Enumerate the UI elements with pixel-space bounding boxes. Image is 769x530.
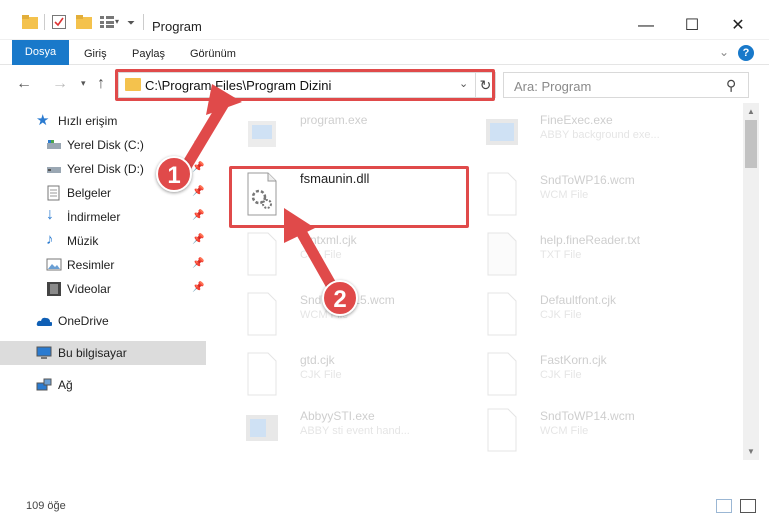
large-icons-view-icon[interactable] [740, 499, 756, 513]
status-bar: 109 öğe [0, 495, 769, 519]
callout-badge-2: 2 [322, 280, 358, 316]
annotation-arrows [178, 84, 340, 296]
arrow-to-address-bar [178, 94, 232, 176]
arrow-to-file [294, 224, 340, 296]
item-count: 109 öğe [26, 500, 66, 512]
callout-badge-1: 1 [156, 156, 192, 192]
details-view-icon[interactable] [716, 499, 732, 513]
